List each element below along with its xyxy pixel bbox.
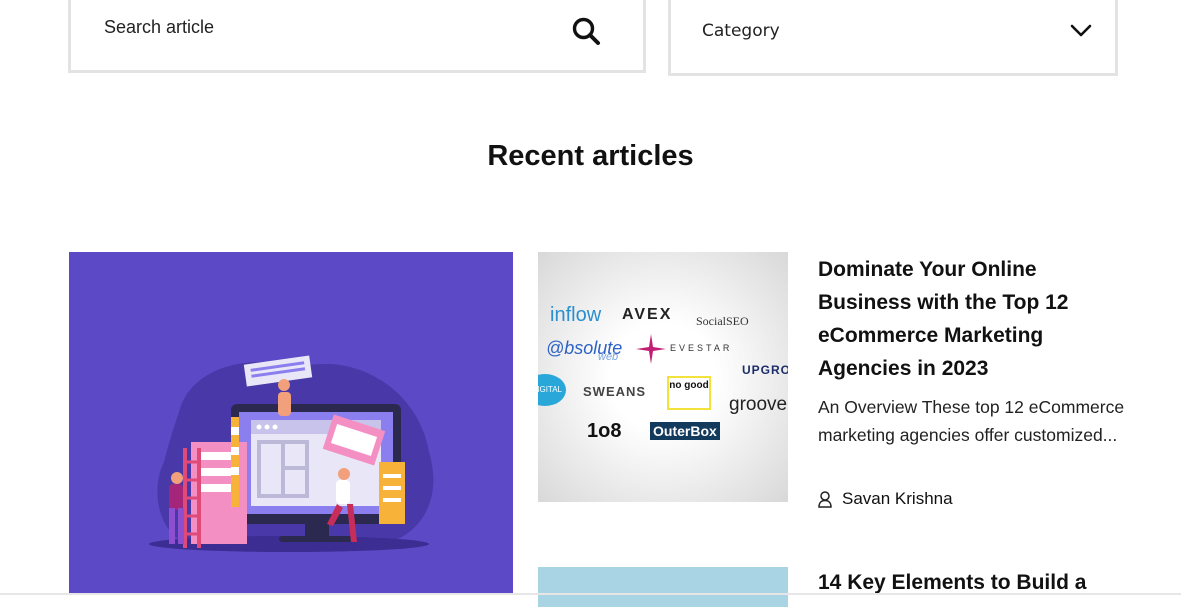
logo-sweans: SWEANS (583, 384, 647, 399)
logo-absolute-web: web (598, 351, 619, 363)
logo-socialseo: SocialSEO (696, 314, 749, 328)
article-thumbnail[interactable]: inflow AVEX SocialSEO @bsolute web EVEST… (538, 252, 788, 502)
logo-avex: AVEX (622, 306, 673, 323)
logo-outerbox: OuterBox (650, 422, 720, 440)
logo-groove: groove (729, 394, 788, 415)
user-icon (818, 490, 832, 508)
logo-108: 1o8 (587, 420, 622, 442)
category-label: Category (702, 21, 780, 41)
article-excerpt: An Overview These top 12 eCommerce marke… (818, 397, 1125, 445)
category-select[interactable]: Category (668, 0, 1118, 76)
web-design-illustration (149, 355, 434, 552)
article-thumbnail-2[interactable] (538, 567, 788, 607)
logo-upgrow: UPGRO (742, 363, 788, 377)
chevron-down-icon[interactable] (1069, 21, 1093, 39)
logo-inflow: inflow (550, 304, 602, 326)
search-input[interactable]: Search article (104, 17, 214, 38)
logo-digital: DIGITAL (538, 374, 566, 406)
author-name[interactable]: Savan Krishna (842, 489, 953, 509)
logo-evestar: EVESTAR (670, 343, 733, 353)
article-author: Savan Krishna (818, 488, 953, 510)
featured-article-image[interactable] (69, 252, 513, 595)
article-title[interactable]: Dominate Your Online Business with the T… (818, 253, 1118, 385)
logo-nogood: no good (667, 376, 711, 410)
search-icon[interactable] (571, 16, 601, 46)
section-title: Recent articles (487, 140, 694, 172)
search-box[interactable]: Search article (68, 0, 646, 73)
evestar-star-icon (636, 334, 666, 364)
